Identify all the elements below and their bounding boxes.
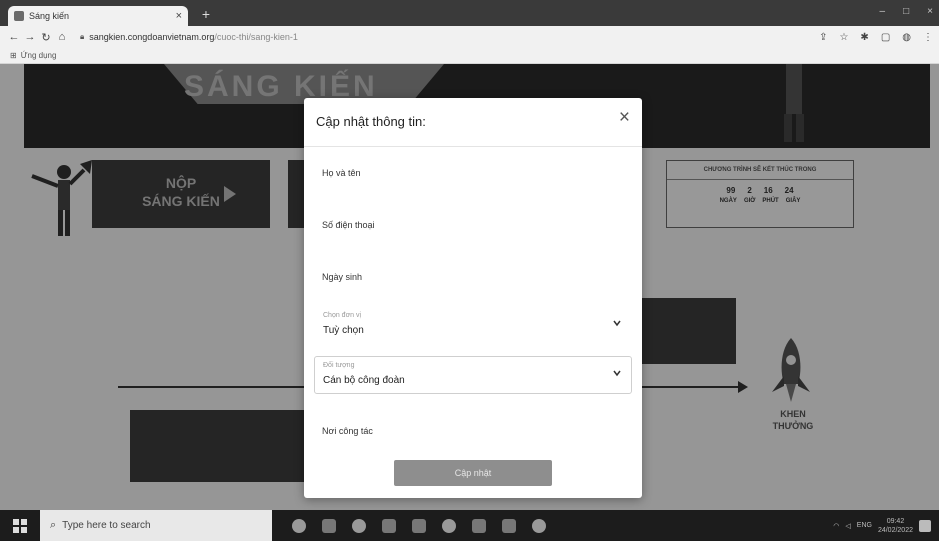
target-select[interactable]: Đối tượng Cán bộ công đoàn [314,356,632,394]
modal-title: Cập nhật thông tin: [316,114,426,129]
wifi-icon[interactable]: ◠ [833,522,839,530]
update-info-modal: Cập nhật thông tin: × Họ và tên Số điện … [304,98,642,498]
tab-close-icon[interactable]: × [176,10,182,22]
maximize-button[interactable]: □ [903,6,909,17]
url-field[interactable]: 🔒︎ sangkien.congdoanvietnam.org /cuoc-th… [76,29,811,45]
screen: Sáng kiến × + – □ × ← → ↻ ⌂ 🔒︎ sangkien.… [0,0,939,541]
address-bar: ← → ↻ ⌂ 🔒︎ sangkien.congdoanvietnam.org … [0,26,939,48]
phone-label: Số điện thoại [322,220,375,230]
browser-app-icon[interactable] [352,518,366,533]
menu-icon[interactable]: ⋮ [923,32,933,43]
new-tab-button[interactable]: + [198,6,214,22]
system-tray: ◠ ◁ ENG 09:42 24/02/2022 [833,517,939,535]
workplace-field[interactable]: Nơi công tác [314,412,632,450]
task-view-icon[interactable] [322,518,336,533]
clock-date: 24/02/2022 [877,526,913,534]
url-path: /cuoc-thi/sang-kien-1 [214,32,298,42]
favicon-icon [14,11,24,21]
bookmark-apps[interactable]: Ứng dụng [21,51,57,60]
birthday-field[interactable]: Ngày sinh [314,258,632,296]
modal-divider [304,146,642,147]
word-icon[interactable] [502,518,516,533]
home-icon[interactable]: ⌂ [54,31,70,43]
windows-logo-icon [13,518,27,533]
apps-grid-icon[interactable]: ⊞ [10,51,17,60]
taskbar-apps [292,518,546,533]
birthday-label: Ngày sinh [322,272,363,282]
unit-select-label: Chọn đơn vị [323,312,362,319]
workplace-label: Nơi công tác [322,426,373,436]
share-icon[interactable]: ⇪ [819,32,827,43]
target-select-label: Đối tượng [323,362,355,369]
taskbar-search-box[interactable]: ⌕ Type here to search [40,510,272,541]
search-icon: ⌕ [50,519,57,531]
forward-arrow-icon[interactable]: → [22,31,38,43]
windows-start-button[interactable] [0,510,40,541]
window-controls: – □ × [880,6,933,17]
volume-icon[interactable]: ◁ [845,522,850,530]
url-domain: sangkien.congdoanvietnam.org [89,32,215,42]
chevron-down-icon [613,370,621,377]
bookmarks-bar: ⊞ Ứng dụng [0,48,939,64]
active-app-icon[interactable] [532,518,546,533]
bookmark-star-icon[interactable]: ☆ [839,32,848,43]
unit-select[interactable]: Chọn đơn vị Tuỳ chọn [314,306,632,344]
clock[interactable]: 09:42 24/02/2022 [878,517,913,535]
taskbar: ⌕ Type here to search ◠ ◁ ENG 09:42 24/0… [0,510,939,541]
sidepanel-icon[interactable]: ▢ [881,32,890,43]
extensions-icon[interactable]: ✱ [860,32,868,43]
full-name-label: Họ và tên [322,168,361,178]
chrome-icon[interactable] [442,518,456,533]
update-button[interactable]: Cập nhật [394,460,552,486]
lock-icon: 🔒︎ [80,32,85,41]
toolbar-icons: ⇪ ☆ ✱ ▢ ◍ ⋮ [819,32,933,43]
profile-icon[interactable]: ◍ [902,32,911,43]
notification-icon[interactable] [919,519,931,532]
language-icon[interactable]: ENG [857,522,872,529]
tab-title: Sáng kiến [29,11,70,21]
unit-select-value: Tuỳ chọn [323,325,364,336]
browser-tab[interactable]: Sáng kiến × [8,6,188,26]
full-name-field[interactable]: Họ và tên [314,154,632,192]
clock-time: 09:42 [886,517,905,525]
mail-icon[interactable] [412,518,426,533]
reload-icon[interactable]: ↻ [38,31,54,44]
target-select-value: Cán bộ công đoàn [323,375,405,386]
window-close-button[interactable]: × [927,6,933,17]
back-arrow-icon[interactable]: ← [6,31,22,43]
edge-icon[interactable] [382,518,396,533]
excel-icon[interactable] [472,518,486,533]
chevron-down-icon [613,320,621,327]
minimize-button[interactable]: – [880,6,886,17]
browser-tab-bar: Sáng kiến × + – □ × [0,0,939,26]
close-icon[interactable]: × [619,108,630,128]
phone-field[interactable]: Số điện thoại [314,206,632,244]
taskbar-search-placeholder: Type here to search [62,520,151,531]
cortana-icon[interactable] [292,518,306,533]
